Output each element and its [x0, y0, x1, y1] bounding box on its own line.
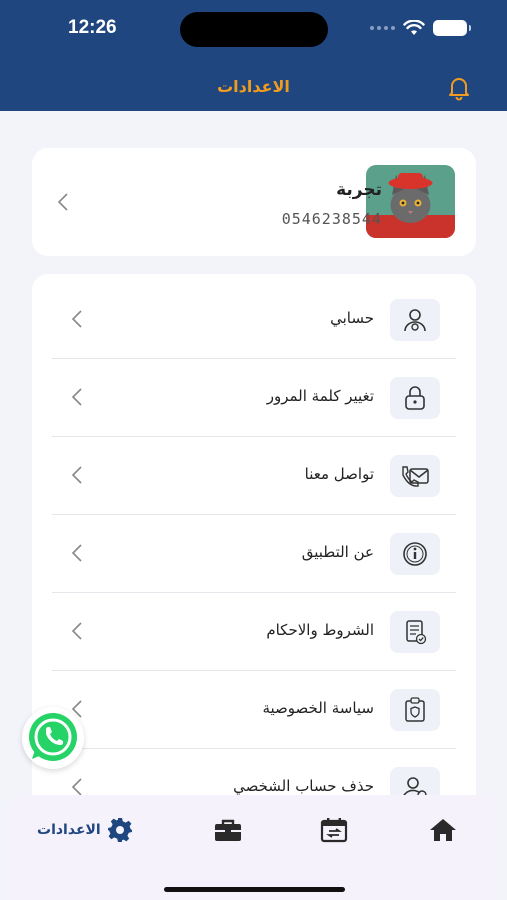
profile-name: تجربة [336, 180, 382, 200]
cellular-icon [370, 26, 395, 30]
phone-mail-icon [390, 455, 440, 497]
home-indicator [164, 887, 345, 892]
menu-item-change-password[interactable]: تغيير كلمة المرور [52, 359, 456, 437]
nav-bookings[interactable] [320, 817, 348, 843]
nav-settings[interactable]: الاعدادات [37, 817, 133, 843]
user-gear-icon [390, 299, 440, 341]
privacy-clipboard-icon [390, 689, 440, 731]
menu-item-contact-us[interactable]: تواصل معنا [52, 437, 456, 515]
chevron-left-icon [71, 388, 82, 406]
chevron-left-icon [57, 193, 68, 211]
menu-label: سياسة الخصوصية [262, 699, 374, 717]
menu-item-my-account[interactable]: حسابي [52, 281, 456, 359]
settings-icon [107, 818, 132, 842]
menu-item-about-app[interactable]: عن التطبيق [52, 515, 456, 593]
chevron-left-icon [71, 778, 82, 796]
battery-icon [433, 20, 471, 36]
bell-icon[interactable] [446, 75, 472, 101]
chevron-left-icon [71, 544, 82, 562]
info-icon [390, 533, 440, 575]
menu-label: تغيير كلمة المرور [266, 387, 374, 405]
status-icons [370, 20, 471, 36]
chevron-left-icon [71, 466, 82, 484]
whatsapp-button[interactable] [22, 707, 84, 769]
chevron-left-icon [71, 310, 82, 328]
menu-label: الشروط والاحكام [266, 621, 374, 639]
chevron-left-icon [71, 622, 82, 640]
menu-label: حسابي [330, 309, 374, 327]
menu-item-terms[interactable]: الشروط والاحكام [52, 593, 456, 671]
lock-icon [390, 377, 440, 419]
wifi-icon [403, 20, 425, 35]
page-title: الاعدادات [217, 77, 290, 96]
bottom-nav: الاعدادات [11, 795, 497, 900]
menu-label: عن التطبيق [301, 543, 374, 561]
whatsapp-icon [29, 713, 77, 761]
profile-card[interactable] [32, 148, 476, 256]
profile-phone: 0546238544 [281, 210, 382, 228]
nav-settings-label: الاعدادات [37, 822, 101, 838]
nav-services[interactable] [213, 817, 243, 843]
app-header: 12:26 الاعدادات [0, 0, 507, 111]
menu-label: تواصل معنا [304, 465, 374, 483]
menu-item-privacy-policy[interactable]: سياسة الخصوصية [52, 671, 456, 749]
home-icon [430, 819, 456, 841]
nav-home[interactable] [428, 817, 458, 843]
document-check-icon [390, 611, 440, 653]
briefcase-icon [215, 819, 241, 841]
menu-label: حذف حساب الشخصي [233, 777, 374, 795]
dynamic-island [180, 12, 328, 47]
status-time: 12:26 [68, 17, 117, 38]
calendar-swap-icon [320, 818, 348, 843]
